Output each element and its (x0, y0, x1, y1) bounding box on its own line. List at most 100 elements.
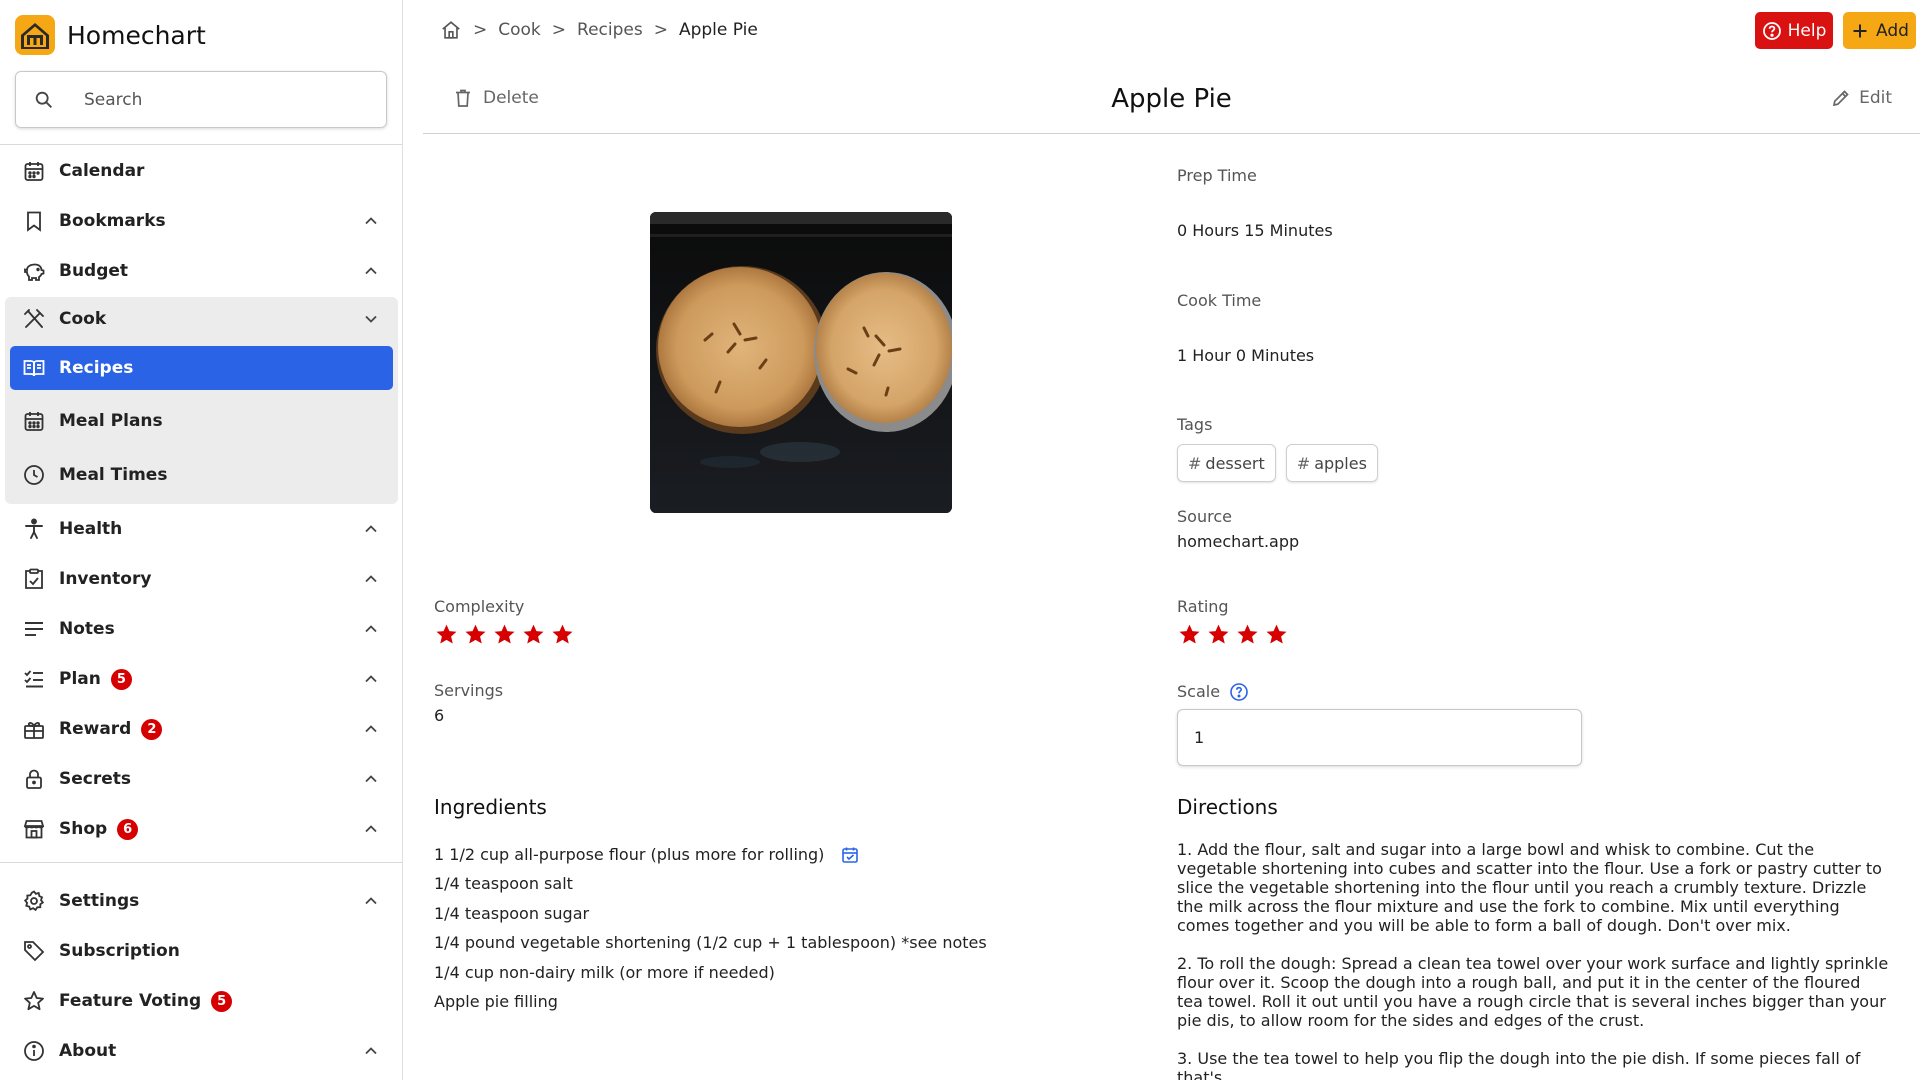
edit-button[interactable]: Edit (1831, 88, 1892, 108)
chevron-up-icon[interactable] (361, 891, 381, 911)
scale-input[interactable] (1177, 709, 1582, 766)
store-icon (23, 820, 45, 839)
sidebar-item-calendar[interactable]: Calendar (10, 149, 393, 193)
source-link[interactable]: homechart.app (1177, 532, 1299, 551)
sidebar-item-health[interactable]: Health (10, 507, 393, 551)
plus-icon (1853, 24, 1867, 37)
calendar-grid-icon (24, 412, 44, 431)
inventory-icon (25, 568, 43, 589)
sidebar-item-inventory[interactable]: Inventory (10, 557, 393, 601)
recipe-action-bar: Delete Apple Pie Edit (423, 70, 1920, 134)
ingredient-text: 1/4 teaspoon sugar (434, 903, 590, 923)
tag-icon (24, 941, 45, 962)
chevron-up-icon[interactable] (361, 769, 381, 789)
chevron-up-icon[interactable] (361, 669, 381, 689)
checklist-icon (24, 670, 43, 688)
sidebar-item-reward[interactable]: Reward 2 (10, 707, 393, 751)
piggy-bank-icon (24, 263, 45, 281)
direction-step: 2. To roll the dough: Spread a clean tea… (1177, 954, 1889, 1030)
sidebar-item-label: Inventory (59, 569, 152, 589)
chevron-up-icon[interactable] (361, 719, 381, 739)
tag-chip[interactable]: # dessert (1177, 444, 1276, 482)
sidebar-item-label: Calendar (59, 161, 145, 181)
sidebar-item-label-wrap: Feature Voting 5 (59, 990, 233, 1012)
chevron-up-icon[interactable] (361, 519, 381, 539)
sidebar-divider (0, 144, 402, 145)
directions-title: Directions (1177, 795, 1278, 819)
chevron-up-icon[interactable] (361, 1041, 381, 1061)
breadcrumb-link-recipes[interactable]: Recipes (577, 20, 643, 40)
sidebar-item-recipes[interactable]: Recipes (10, 346, 393, 390)
star-icon (1208, 624, 1229, 644)
chevron-up-icon[interactable] (361, 261, 381, 281)
sidebar-item-subscription[interactable]: Subscription (10, 929, 393, 973)
star-icon (1237, 624, 1258, 644)
chevron-up-icon[interactable] (361, 619, 381, 639)
sidebar-item-label: Budget (59, 261, 129, 281)
pencil-icon (1832, 90, 1849, 107)
sidebar-item-budget[interactable]: Budget (10, 249, 393, 293)
count-badge: 6 (117, 818, 139, 840)
sidebar-item-cook[interactable]: Cook (10, 297, 393, 341)
sidebar-item-label: Bookmarks (59, 211, 166, 231)
apple-pie-image (650, 212, 952, 513)
ingredient-text: 1 1/2 cup all-purpose flour (plus more f… (434, 844, 825, 864)
sidebar-item-label: Meal Times (59, 465, 168, 485)
search-input[interactable] (84, 72, 374, 127)
recipe-photo (650, 212, 952, 513)
chevron-up-icon[interactable] (361, 819, 381, 839)
breadcrumb-separator: > (551, 20, 567, 40)
rating-label: Rating (1177, 597, 1229, 616)
cook-time-label: Cook Time (1177, 291, 1262, 310)
star-icon (436, 624, 457, 644)
sidebar-item-label: Plan (59, 669, 101, 689)
directions-list: 1. Add the flour, salt and sugar into a … (1177, 840, 1889, 1080)
gift-icon (24, 721, 44, 739)
complexity-stars (434, 622, 579, 647)
chevron-down-icon[interactable] (361, 309, 381, 329)
chevron-up-icon[interactable] (361, 211, 381, 231)
sidebar-item-label: About (59, 1041, 117, 1061)
ingredient-item: Apple pie filling (434, 988, 987, 1018)
ingredient-item: 1 1/2 cup all-purpose flour (plus more f… (434, 840, 987, 870)
home-icon[interactable] (440, 19, 462, 41)
add-button-label: Add (1876, 20, 1909, 41)
brand[interactable]: Homechart (15, 15, 206, 55)
ingredients-title: Ingredients (434, 795, 547, 819)
breadcrumb: > Cook > Recipes > Apple Pie (440, 17, 758, 43)
bookmark-icon (27, 211, 41, 232)
page-title: Apple Pie (1111, 84, 1232, 114)
sidebar-item-bookmarks[interactable]: Bookmarks (10, 199, 393, 243)
sidebar-item-label: Secrets (59, 769, 132, 789)
chevron-up-icon[interactable] (361, 569, 381, 589)
sidebar-item-secrets[interactable]: Secrets (10, 757, 393, 801)
sidebar-item-notes[interactable]: Notes (10, 607, 393, 651)
help-circle-icon[interactable] (1229, 682, 1249, 702)
breadcrumb-link-cook[interactable]: Cook (498, 20, 541, 40)
tag-chip[interactable]: # apples (1285, 444, 1378, 482)
sidebar-item-label-wrap: Reward 2 (59, 718, 163, 740)
ingredient-item: 1/4 teaspoon salt (434, 870, 987, 900)
sidebar-item-label: Health (59, 519, 123, 539)
sidebar-item-feature-voting[interactable]: Feature Voting 5 (10, 979, 393, 1023)
edit-button-label: Edit (1859, 88, 1892, 108)
sidebar-item-shop[interactable]: Shop 6 (10, 807, 393, 851)
sidebar-divider (0, 862, 402, 863)
help-button[interactable]: Help (1755, 12, 1833, 49)
star-outline-icon (24, 991, 44, 1011)
sidebar-item-meal-times[interactable]: Meal Times (10, 453, 393, 497)
ingredient-list: 1 1/2 cup all-purpose flour (plus more f… (434, 840, 987, 1017)
sidebar-item-meal-plans[interactable]: Meal Plans (10, 399, 393, 443)
calendar-check-icon[interactable] (840, 845, 860, 865)
sidebar-item-about[interactable]: About (10, 1029, 393, 1073)
add-button[interactable]: Add (1843, 12, 1916, 49)
lock-icon (26, 769, 42, 789)
sidebar-item-plan[interactable]: Plan 5 (10, 657, 393, 701)
ingredient-item: 1/4 teaspoon sugar (434, 899, 987, 929)
utensils-icon (24, 309, 44, 328)
tags-label: Tags (1177, 415, 1213, 434)
sidebar-item-settings[interactable]: Settings (10, 879, 393, 923)
sidebar-item-label-wrap: Shop 6 (59, 818, 139, 840)
direction-step: 3. Use the tea towel to help you flip th… (1177, 1049, 1861, 1080)
sidebar-item-label: Notes (59, 619, 115, 639)
